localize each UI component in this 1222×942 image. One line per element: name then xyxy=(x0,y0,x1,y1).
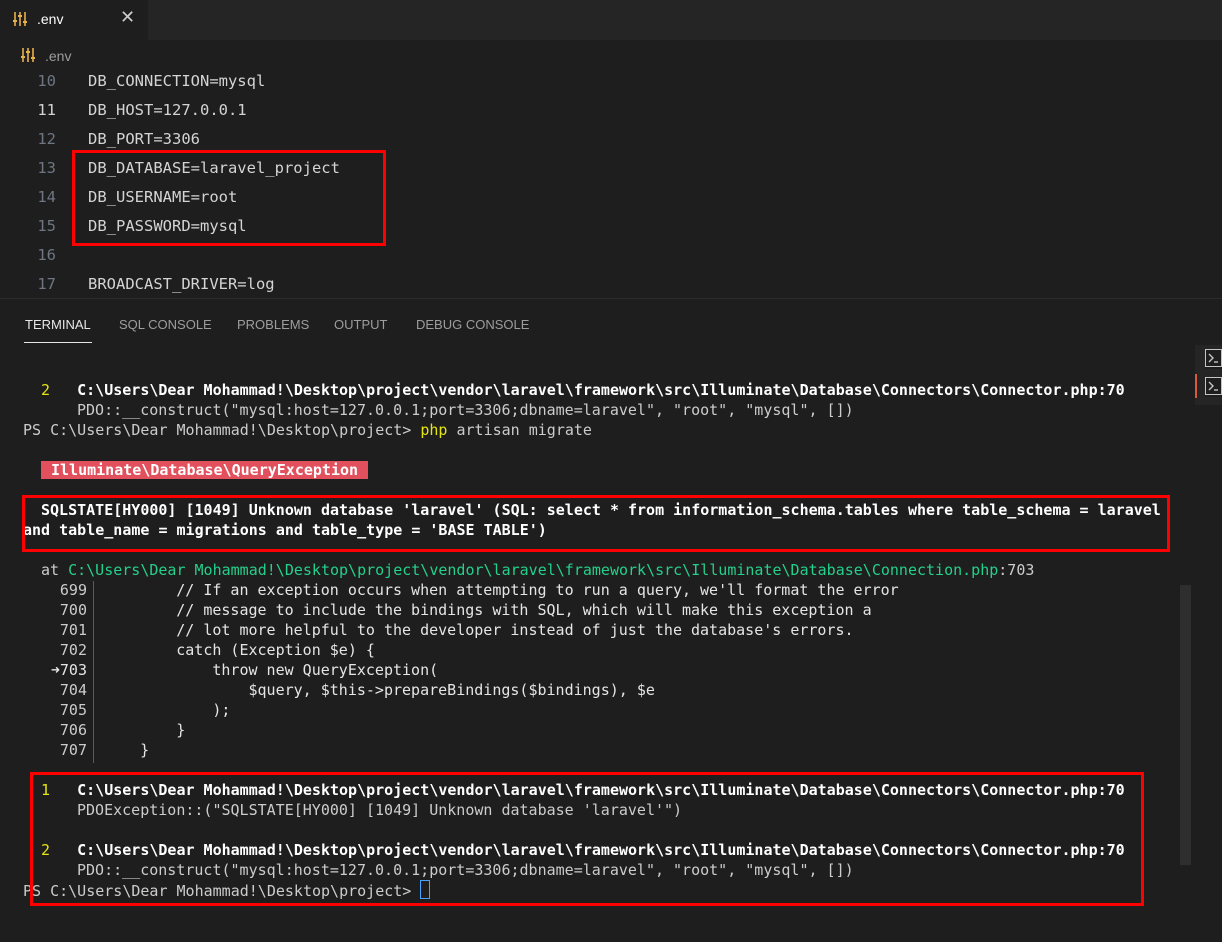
exception-location: at C:\Users\Dear Mohammad!\Desktop\proje… xyxy=(41,561,1035,579)
code-line-number: 701 xyxy=(59,621,87,639)
command-line: PS C:\Users\Dear Mohammad!\Desktop\proje… xyxy=(23,421,592,439)
code-line-number: 704 xyxy=(59,681,87,699)
code-line-number: 700 xyxy=(59,601,87,619)
code-line-text: } xyxy=(104,721,186,739)
code-line-text: throw new QueryException( xyxy=(104,661,439,679)
code-line-number: 706 xyxy=(59,721,87,739)
code-line-text: // message to include the bindings with … xyxy=(104,601,872,619)
code-line-text: ); xyxy=(104,701,231,719)
highlight-box-error xyxy=(22,495,1170,552)
stack-frame: 2 C:\Users\Dear Mohammad!\Desktop\projec… xyxy=(41,381,1125,399)
code-line-number: 699 xyxy=(59,581,87,599)
code-line-number: 702 xyxy=(59,641,87,659)
code-line-text: catch (Exception $e) { xyxy=(104,641,375,659)
highlight-box-stack-trace xyxy=(30,772,1144,906)
stack-frame-call: PDO::__construct("mysql:host=127.0.0.1;p… xyxy=(77,401,854,419)
code-line-number: 705 xyxy=(59,701,87,719)
code-line-number: 707 xyxy=(59,741,87,759)
code-line-text: } xyxy=(104,741,150,759)
code-gutter-divider xyxy=(93,581,94,763)
code-line-number-current: ➜703 xyxy=(50,661,87,679)
code-line-text: // lot more helpful to the developer ins… xyxy=(104,621,854,639)
code-line-text: $query, $this->prepareBindings($bindings… xyxy=(104,681,655,699)
terminal-output[interactable]: 2 C:\Users\Dear Mohammad!\Desktop\projec… xyxy=(0,0,1222,942)
code-line-text: // If an exception occurs when attemptin… xyxy=(104,581,899,599)
exception-badge: Illuminate\Database\QueryException xyxy=(41,461,369,479)
